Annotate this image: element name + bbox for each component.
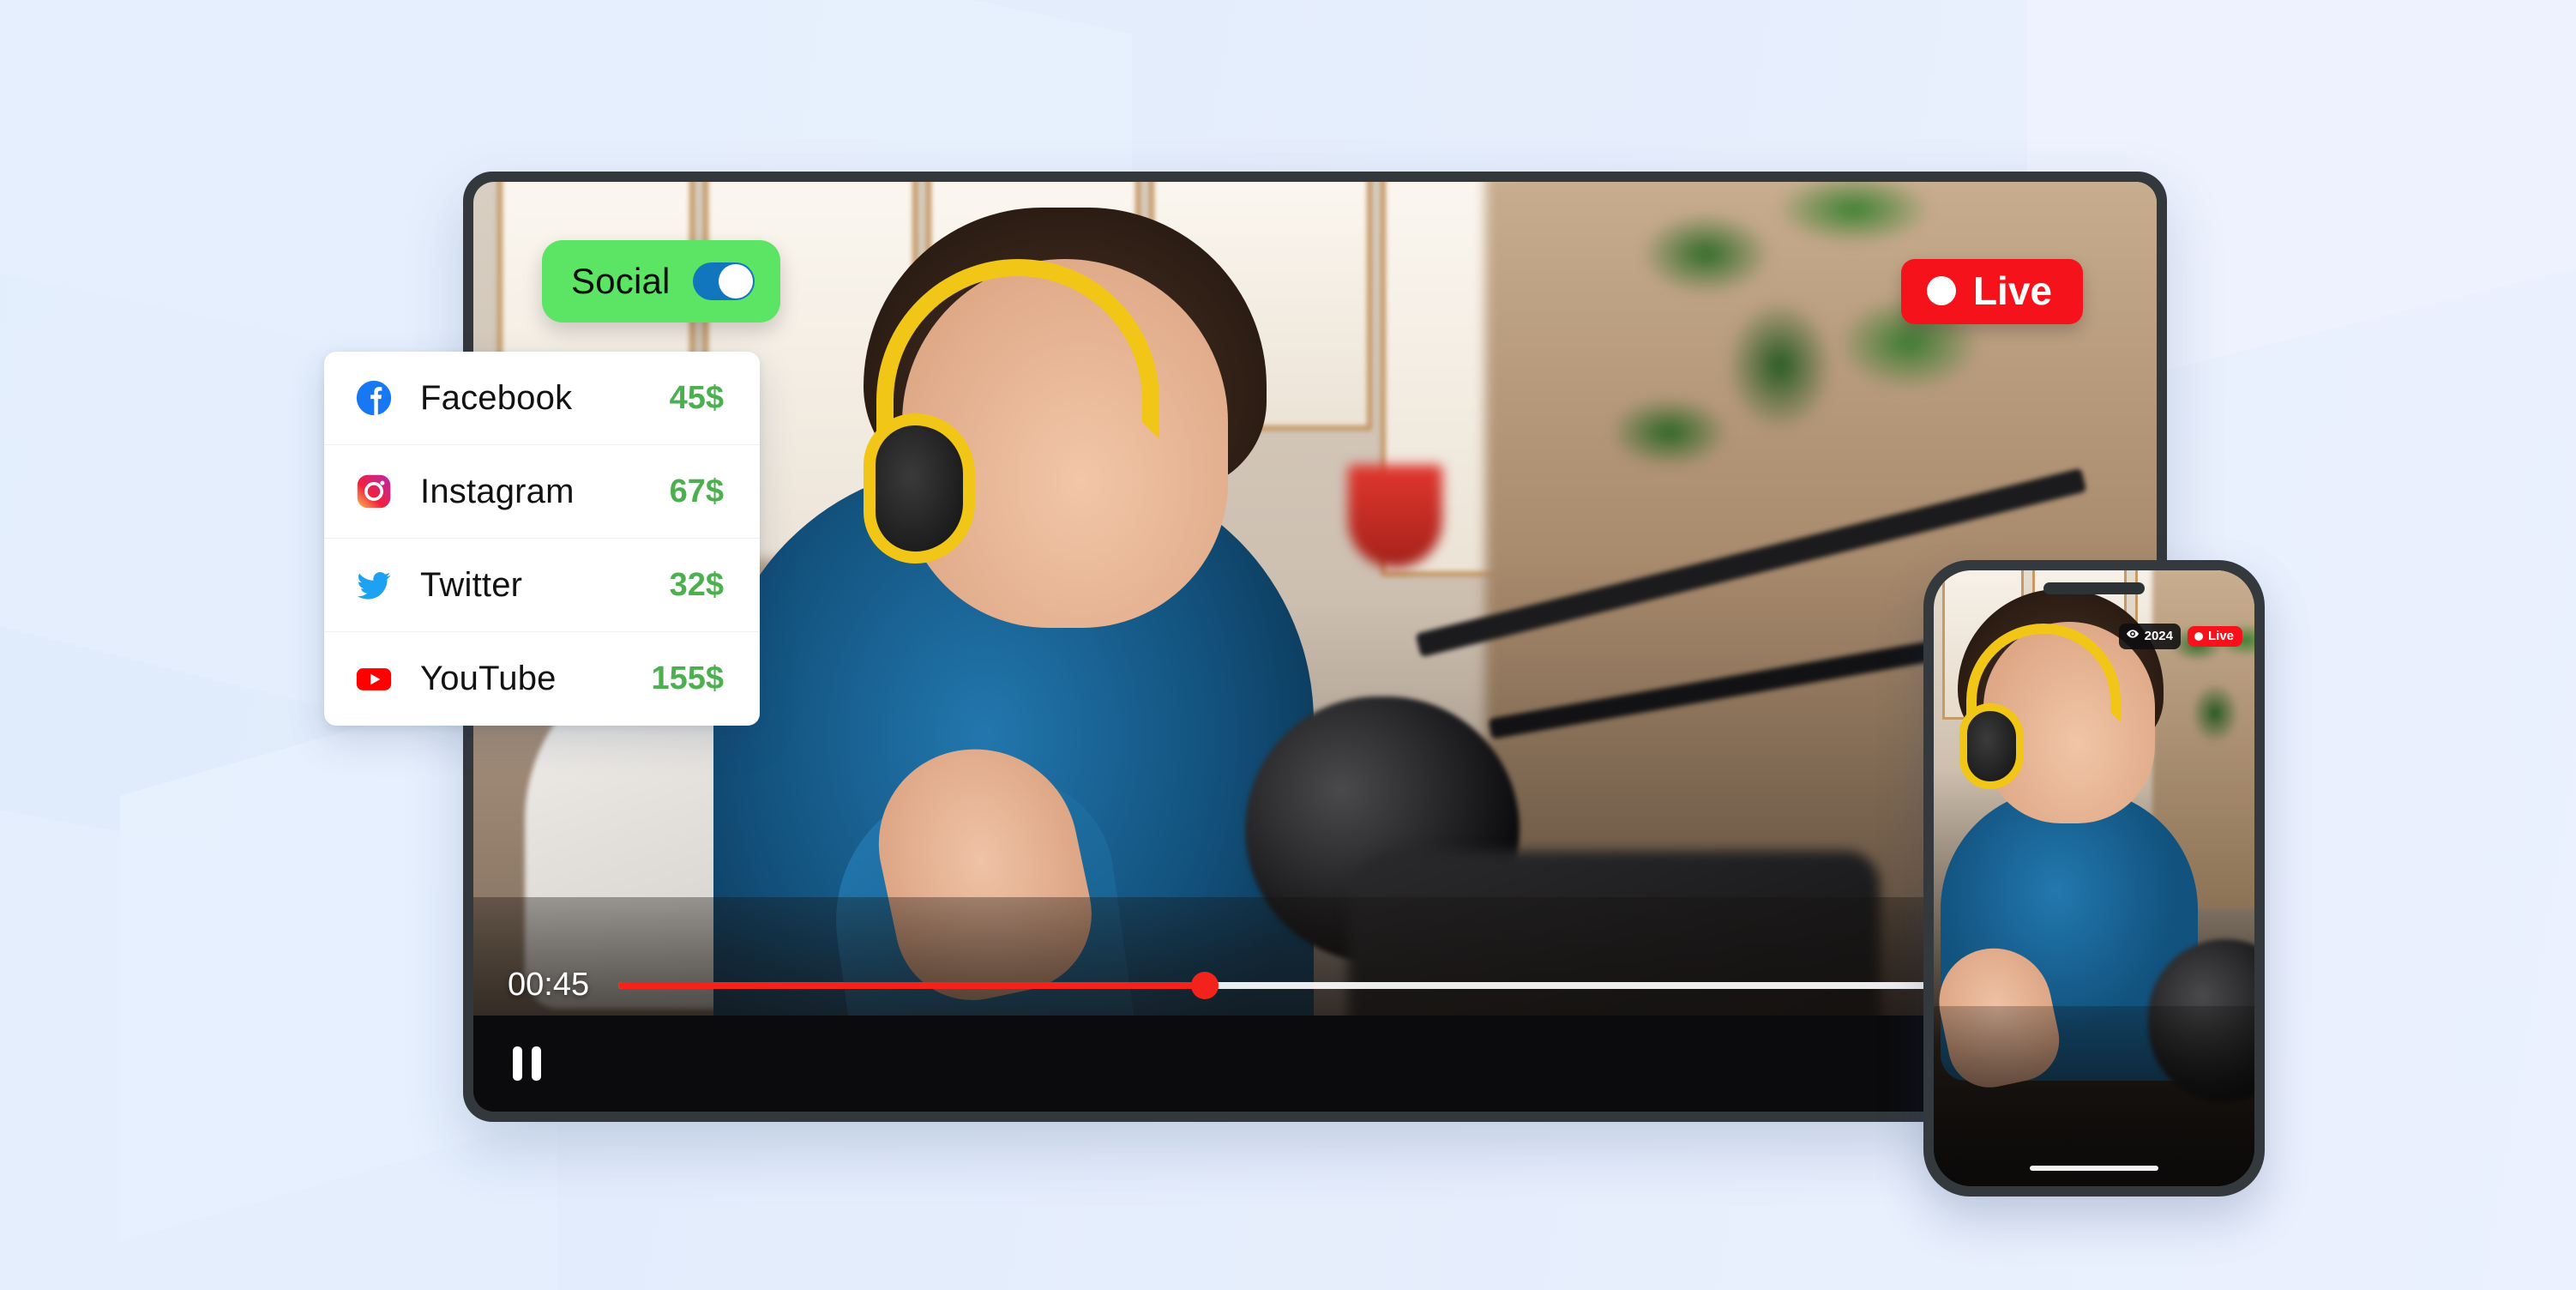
twitter-icon [355,566,393,604]
list-item-label: Facebook [420,378,573,417]
phone-screen: 2024 Live [1934,570,2254,1186]
list-item-amount: 32$ [669,566,724,603]
toggle-on-icon[interactable] [692,262,755,300]
list-item-amount: 155$ [651,660,724,696]
instagram-icon [355,473,393,510]
seek-bar[interactable] [618,971,2122,999]
phone-device-frame: 2024 Live [1923,560,2265,1197]
facebook-icon [355,379,393,417]
phone-overlay-badges: 2024 Live [2118,624,2242,649]
view-count-value: 2024 [2144,629,2173,643]
list-item-amount: 45$ [669,379,724,416]
eye-icon [2126,627,2140,645]
current-time-label: 00:45 [508,967,590,1003]
seek-bar-handle[interactable] [1191,971,1219,999]
list-item-label: Twitter [420,565,523,604]
live-status-badge: Live [1900,259,2083,324]
toggle-knob [718,264,753,298]
record-dot-icon [1926,276,1956,305]
list-item[interactable]: Instagram 67$ [324,445,760,539]
pause-icon[interactable] [513,1046,541,1081]
list-item[interactable]: YouTube 155$ [324,632,760,726]
live-badge-label: Live [1972,268,2052,313]
list-item-label: Instagram [420,472,575,510]
social-toggle-label: Social [571,261,671,301]
youtube-icon [355,660,393,698]
promo-hero-scene: Social Live 00:45 2024 Live Facebook 45$… [0,0,2576,1290]
phone-live-label: Live [2207,629,2234,643]
social-earnings-card: Facebook 45$ Instagram 67$ Twitter 32$ Y… [324,352,760,726]
list-item[interactable]: Facebook 45$ [324,352,760,445]
list-item-label: YouTube [420,660,557,697]
headphones-earcup [1959,703,2024,789]
record-dot-icon [2194,631,2203,641]
social-toggle-pill[interactable]: Social [542,240,780,322]
player-control-bar [473,1016,2157,1112]
view-count-chip: 2024 [2118,624,2181,649]
seek-bar-fill [618,981,1206,989]
home-indicator [2030,1166,2158,1171]
desk-foreground [1934,1006,2254,1186]
list-item[interactable]: Twitter 32$ [324,539,760,632]
phone-livestream-frame [1934,570,2254,1186]
list-item-amount: 67$ [669,473,724,509]
phone-live-badge: Live [2187,626,2242,647]
desk-lamp [1348,465,1442,568]
player-progress-row: 00:45 [473,967,2157,1004]
headphones-earcup [864,413,975,564]
phone-speaker-notch [2043,582,2145,594]
